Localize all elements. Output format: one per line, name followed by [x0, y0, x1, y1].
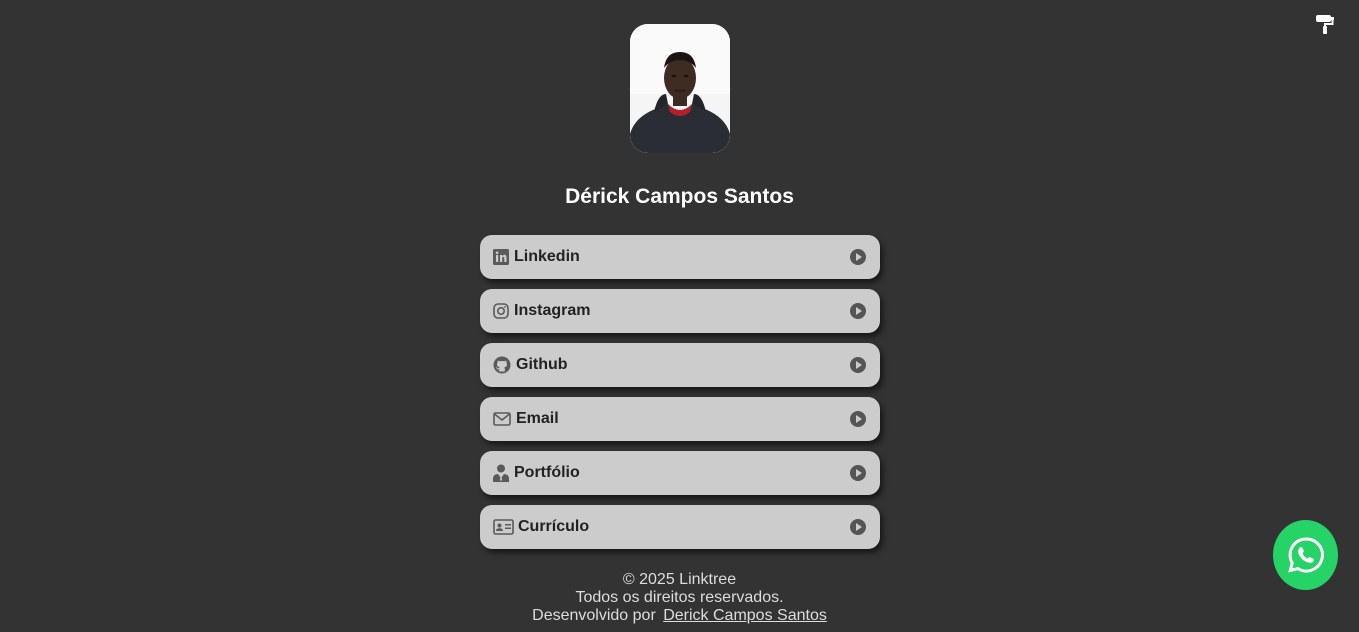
- instagram-link-button[interactable]: Instagram: [480, 289, 880, 333]
- whatsapp-icon: [1287, 537, 1324, 573]
- github-link-button[interactable]: Github: [480, 343, 880, 387]
- profile-name: Dérick Campos Santos: [565, 185, 794, 208]
- instagram-icon: [493, 301, 509, 321]
- email-link-button[interactable]: Email: [480, 397, 880, 441]
- resume-link-button[interactable]: Currículo: [480, 505, 880, 549]
- play-circle-icon: [849, 248, 867, 266]
- link-label-instagram: Instagram: [514, 302, 591, 319]
- play-circle-icon: [849, 518, 867, 536]
- footer-developed-by: Desenvolvido por: [532, 607, 656, 624]
- footer-credits: Desenvolvido por Derick Campos Santos: [0, 607, 1359, 625]
- link-label-email: Email: [516, 410, 559, 427]
- portfolio-link-button[interactable]: Portfólio: [480, 451, 880, 495]
- footer-copyright: © 2025 Linktree: [622, 571, 737, 588]
- footer-rights: Todos os direitos reservados.: [575, 589, 784, 606]
- github-icon: [493, 355, 511, 375]
- whatsapp-button[interactable]: [1273, 520, 1338, 590]
- linkedin-icon: [493, 247, 509, 267]
- paint-roller-icon[interactable]: [1315, 14, 1335, 34]
- play-circle-icon: [849, 356, 867, 374]
- footer: © 2025 Linktree Todos os direitos reserv…: [0, 571, 1359, 625]
- page: Dérick Campos Santos Linkedin Instagram …: [0, 0, 1359, 632]
- author-link[interactable]: Derick Campos Santos: [663, 607, 827, 624]
- link-list: Linkedin Instagram Github Email Portfóli…: [480, 235, 880, 559]
- play-circle-icon: [849, 410, 867, 428]
- link-label-resume: Currículo: [518, 518, 590, 535]
- play-circle-icon: [849, 302, 867, 320]
- link-label-github: Github: [516, 356, 568, 373]
- envelope-icon: [493, 409, 511, 429]
- person-icon: [493, 463, 509, 483]
- link-label-portfolio: Portfólio: [514, 464, 580, 481]
- linkedin-link-button[interactable]: Linkedin: [480, 235, 880, 279]
- play-circle-icon: [849, 464, 867, 482]
- avatar: [630, 24, 730, 153]
- link-label-linkedin: Linkedin: [514, 248, 580, 265]
- id-card-icon: [493, 517, 514, 537]
